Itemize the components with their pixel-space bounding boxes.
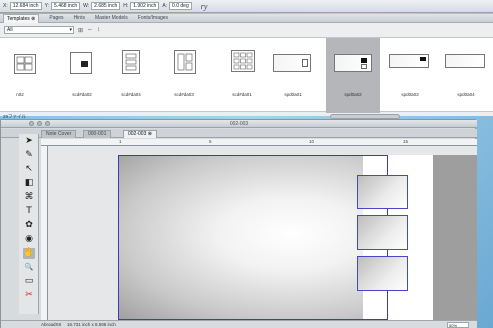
template-thumb[interactable]: scd#da02 [58,38,106,113]
thumb-caption: scd#da01 [232,92,252,97]
page-boundary [118,155,388,320]
thumb-preview [445,54,485,68]
templates-panel: Templates ⊗ Pages Hints Master Models Fo… [0,13,493,119]
image-frame-small[interactable] [357,256,408,291]
tab-hints[interactable]: Hints [74,15,85,21]
list-layout-icon [125,53,137,71]
frame-tool-icon[interactable]: ◧ [23,178,35,189]
ry-text: ry [200,1,208,11]
tab-templates[interactable]: Templates ⊗ [3,13,40,23]
x-value[interactable]: 12.684 inch [9,2,42,10]
thumb-caption: scd#da02 [72,92,92,97]
x-label: X: [3,3,8,9]
text-tool-icon[interactable]: T [23,206,35,217]
circle-tool-icon[interactable]: ◉ [23,234,35,245]
template-thumb[interactable]: spd0a03 [385,38,435,113]
h-label: H: [123,3,129,9]
window-title: 002-003 [229,121,249,127]
w-value[interactable]: 2.685 inch [91,2,121,10]
w-label: W: [83,3,90,9]
horizontal-ruler: 1 5 10 15 [41,139,477,146]
thumb-caption: spd0a03 [401,92,419,97]
chevron-down-icon: ▾ [69,27,72,33]
tab-000-001[interactable]: 000-001 [83,130,112,138]
link-tool-icon[interactable]: ⌘ [23,192,35,203]
tab-pages[interactable]: Pages [49,15,63,21]
h-value[interactable]: 1.902 inch [130,2,160,10]
tab-master-models[interactable]: Master Models [95,15,128,21]
hand-tool-icon[interactable]: ✋ [23,248,35,259]
x-field[interactable]: X: 12.684 inch [3,2,42,11]
angle-field[interactable]: A: 0.0 deg [162,2,192,11]
angle-value[interactable]: 0.0 deg [169,2,192,10]
window-titlebar: 002-003 [1,120,477,128]
template-thumb-selected[interactable]: spd0a02 [326,38,380,113]
arrow-tool-icon[interactable]: ➤ [23,136,35,147]
scissors-tool-icon[interactable]: ✂ [23,290,35,301]
image-frame-small[interactable] [357,215,408,250]
document-tabs: Note Cover 000-001 002-003 ⊗ [1,129,477,138]
thumb-caption: n02 [16,92,24,97]
thumb-preview [174,50,196,74]
y-label: Y: [44,3,50,9]
thumb-caption: spd0a01 [284,92,302,97]
ruler-number: 10 [309,139,315,144]
template-thumb[interactable]: scd#da01 [218,38,266,113]
shape-tool-icon[interactable]: ✿ [23,220,35,231]
rectangle-tool-icon[interactable]: ▭ [23,276,35,287]
thumb-caption: spd0a04 [457,92,475,97]
tab-002-003[interactable]: 002-003 ⊗ [123,130,157,138]
h-field[interactable]: H: 1.902 inch [123,2,160,11]
thumb-preview [14,54,36,74]
thumb-caption: scd#da03 [174,92,194,97]
swap-icon[interactable]: ⇔ [87,27,93,33]
select-tool-icon[interactable]: ↖ [23,164,35,175]
zoom-dropdown[interactable]: 50% [447,322,469,328]
thumb-caption: spd0a02 [344,92,362,97]
zoom-tool-icon[interactable]: 🔍 [23,262,35,273]
thumb-preview [273,54,311,72]
document-name: AbroadX8 [41,322,62,327]
thumb-preview [231,50,255,72]
thumb-preview [70,52,92,74]
document-window: 002-003 Note Cover 000-001 002-003 ⊗ ➤ ✎… [0,119,477,328]
y-field[interactable]: Y: 5.468 inch [45,2,81,11]
thumb-preview [122,50,140,74]
column-layout-icon [177,53,193,71]
pasteboard [433,155,477,320]
template-thumb[interactable]: spd0a01 [268,38,318,113]
template-thumb[interactable]: scd#da03 [160,38,208,113]
grid-layout-icon [16,56,33,71]
tab-fonts-images[interactable]: Fonts/Images [138,15,168,21]
status-bar: AbroadX8 16.731 inch x 8.596 inch 50% [1,320,477,328]
filter-value: All [7,27,13,33]
ruler-number: 5 [209,139,212,144]
template-thumbnails: n02 scd#da02 scd#da04 scd#da03 scd#da01 [0,37,493,113]
template-thumb[interactable]: spd0a04 [440,38,492,113]
panel-tabs: Templates ⊗ Pages Hints Master Models Fo… [0,13,493,23]
tab-note-cover[interactable]: Note Cover [41,130,77,138]
pencil-tool-icon[interactable]: ✎ [23,150,35,161]
grid-nine-icon [233,52,253,70]
tool-palette: ➤ ✎ ↖ ◧ ⌘ T ✿ ◉ ✋ 🔍 ▭ ✂ [19,134,39,314]
template-thumb[interactable]: n02 [0,38,40,113]
vertical-ruler [41,146,48,321]
page-size: 16.731 inch x 8.596 inch [67,322,116,327]
filter-row: All ▾ ⊞ ⇔ ↕ [0,24,493,36]
grid-view-icon[interactable]: ⊞ [78,27,83,34]
filter-dropdown[interactable]: All ▾ [4,26,74,34]
page-canvas[interactable] [48,146,477,320]
image-frame-small[interactable] [357,175,408,209]
angle-label: A: [162,3,168,9]
y-value[interactable]: 5.468 inch [51,2,81,10]
thumb-caption: scd#da04 [121,92,141,97]
ruler-number: 15 [403,139,409,144]
sort-icon[interactable]: ↕ [97,27,100,33]
ruler-number: 1 [119,139,122,144]
thumb-preview [334,54,372,72]
coordinate-toolbar: X: 12.684 inch Y: 5.468 inch W: 2.685 inch … [0,0,493,13]
thumb-preview [389,54,429,68]
w-field[interactable]: W: 2.685 inch [83,2,121,11]
template-thumb[interactable]: scd#da04 [108,38,154,113]
